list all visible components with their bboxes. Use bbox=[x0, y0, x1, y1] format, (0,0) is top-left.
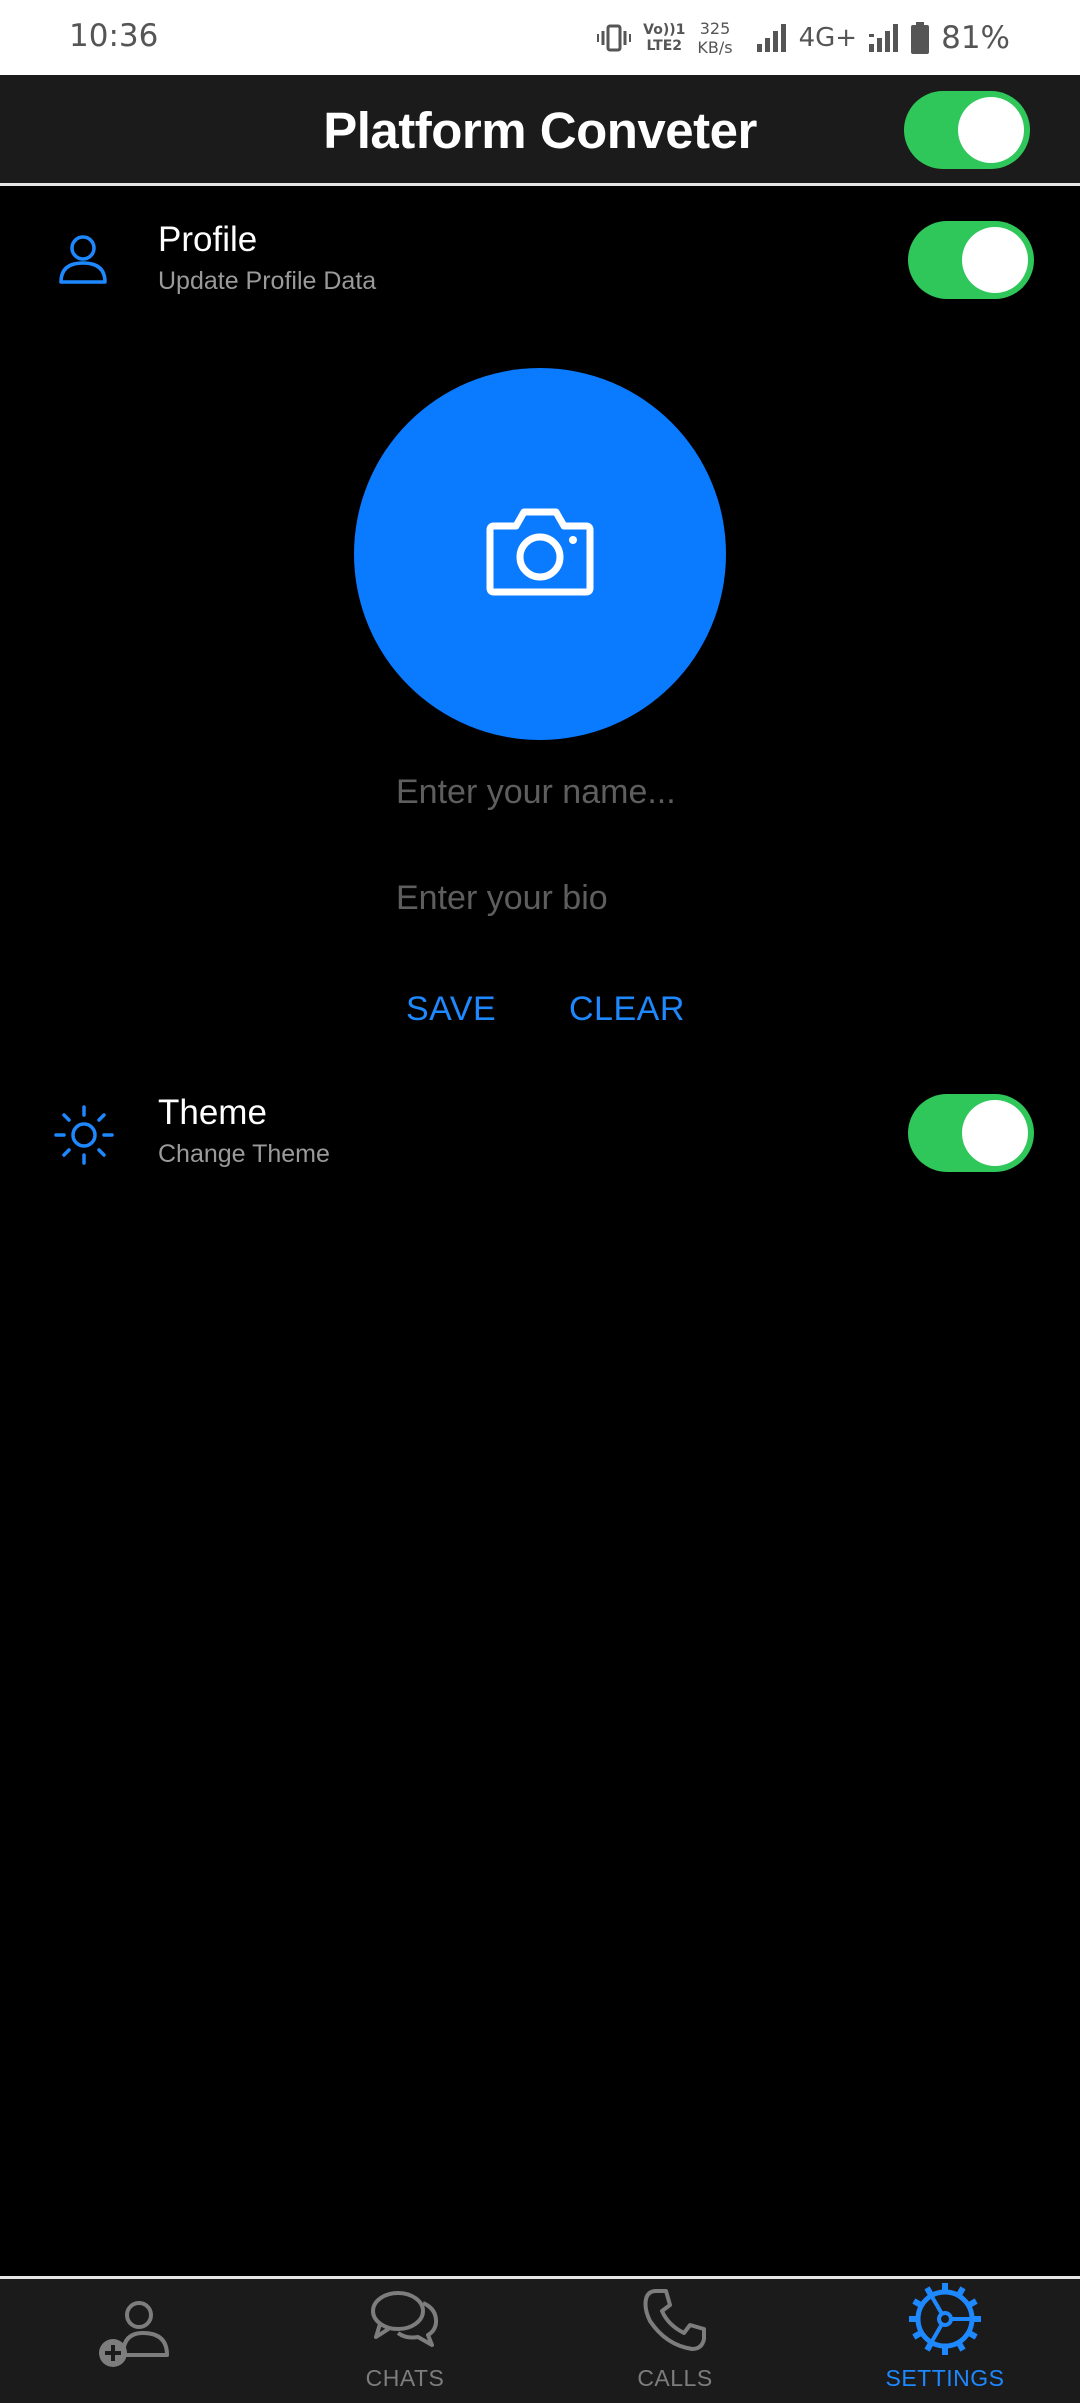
sun-icon bbox=[54, 1105, 114, 1165]
speed-unit: KB/s bbox=[697, 38, 733, 57]
network-speed: 325 KB/s bbox=[697, 19, 732, 57]
clear-button[interactable]: CLEAR bbox=[569, 990, 685, 1029]
theme-title: Theme bbox=[158, 1093, 267, 1132]
vibrate-icon bbox=[597, 24, 632, 52]
volte-line1: Vo))1 bbox=[643, 22, 686, 38]
name-input[interactable] bbox=[396, 762, 816, 822]
toggle-knob bbox=[962, 227, 1028, 293]
profile-title: Profile bbox=[158, 220, 258, 259]
toggle-knob bbox=[962, 1100, 1028, 1166]
profile-toggle[interactable] bbox=[908, 221, 1034, 299]
network-type: 4G+ bbox=[798, 23, 858, 53]
volte-line2: LTE2 bbox=[646, 38, 683, 54]
volte-indicator: Vo))1 LTE2 bbox=[643, 22, 685, 54]
signal-icon bbox=[756, 24, 786, 52]
nav-label-settings: SETTINGS bbox=[885, 2365, 1005, 2391]
app-bar: Platform Conveter bbox=[0, 75, 1080, 186]
nav-settings[interactable]: SETTINGS bbox=[810, 2279, 1080, 2403]
save-button[interactable]: SAVE bbox=[406, 990, 496, 1029]
platform-toggle[interactable] bbox=[904, 91, 1030, 169]
battery-percent: 81% bbox=[941, 20, 1010, 56]
bottom-nav: CHATS CALLS SETTINGS bbox=[0, 2276, 1080, 2403]
nav-label-calls: CALLS bbox=[637, 2365, 713, 2391]
person-icon bbox=[59, 235, 107, 284]
add-contact-icon bbox=[99, 2301, 169, 2367]
speed-value: 325 bbox=[699, 19, 731, 38]
toggle-knob bbox=[958, 97, 1024, 163]
nav-add-contact[interactable] bbox=[0, 2279, 270, 2403]
status-bar: 10:36 Vo))1 LTE2 325 KB/s 4G+ 81% bbox=[0, 0, 1080, 75]
phone-icon bbox=[643, 2289, 706, 2351]
battery-icon bbox=[911, 22, 930, 54]
profile-subtitle: Update Profile Data bbox=[158, 267, 377, 295]
camera-icon bbox=[486, 508, 594, 596]
bio-input[interactable] bbox=[396, 868, 816, 928]
signal-2-icon bbox=[869, 24, 899, 52]
nav-label-chats: CHATS bbox=[365, 2365, 445, 2391]
settings-icon bbox=[909, 2283, 981, 2355]
status-time: 10:36 bbox=[69, 18, 159, 54]
theme-subtitle: Change Theme bbox=[158, 1140, 330, 1168]
nav-chats[interactable]: CHATS bbox=[270, 2279, 540, 2403]
avatar-upload-button[interactable] bbox=[354, 368, 726, 740]
nav-calls[interactable]: CALLS bbox=[540, 2279, 810, 2403]
chats-icon bbox=[371, 2291, 439, 2347]
theme-toggle[interactable] bbox=[908, 1094, 1034, 1172]
status-icons: Vo))1 LTE2 325 KB/s 4G+ 81% bbox=[597, 12, 1010, 64]
